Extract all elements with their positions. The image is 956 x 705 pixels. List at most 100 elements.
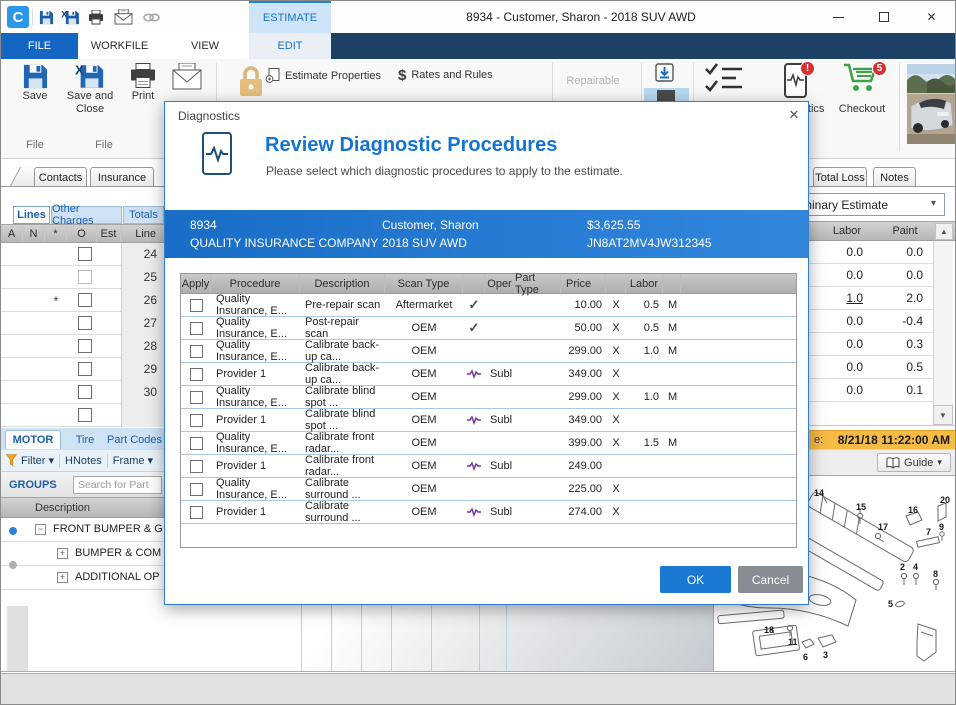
parts-group-row[interactable]: + ADDITIONAL OP (1, 566, 164, 590)
part-type (515, 386, 561, 408)
tab-notes[interactable]: Notes (873, 167, 916, 187)
print-button[interactable]: Print (121, 63, 165, 103)
cancel-button[interactable]: Cancel (738, 566, 803, 593)
subtab-totals[interactable]: Totals (123, 206, 164, 224)
tab-total-loss[interactable]: Total Loss (813, 167, 867, 187)
frame-button[interactable]: Frame ▾ (113, 450, 153, 472)
tree-expander[interactable]: + (57, 548, 68, 559)
line-checkbox[interactable] (78, 362, 92, 376)
maximize-button[interactable] (861, 1, 906, 33)
estimate-properties-button[interactable]: Estimate Properties (265, 68, 381, 83)
menu-file[interactable]: FILE (1, 33, 78, 59)
scroll-up-icon[interactable]: ▲ (935, 223, 953, 240)
app-logo[interactable]: C (7, 6, 29, 28)
subtab-other-charges[interactable]: Other Charges (51, 206, 122, 224)
save-and-close-button[interactable]: X Save and Close (61, 63, 119, 116)
procedure-row[interactable]: Quality Insurance, E... Post-repair scan… (181, 317, 796, 340)
tab-tire[interactable]: Tire (67, 430, 103, 449)
diagram-callout-number: 20 (940, 495, 950, 505)
apply-checkbox[interactable] (190, 414, 203, 427)
close-button[interactable]: ✕ (906, 1, 956, 33)
apply-checkbox[interactable] (190, 391, 203, 404)
estimate-line-row[interactable]: 30 (1, 381, 164, 404)
apply-checkbox[interactable] (190, 437, 203, 450)
estimate-line-row[interactable]: 25 (1, 266, 164, 289)
menu-workfile[interactable]: WORKFILE (78, 33, 161, 59)
apply-checkbox[interactable] (190, 299, 203, 312)
parts-group-row[interactable]: + BUMPER & COM (1, 542, 164, 566)
line-checkbox[interactable] (78, 385, 92, 399)
tree-expander[interactable]: − (35, 524, 46, 535)
apply-checkbox[interactable] (190, 345, 203, 358)
estimate-datetime: 8/21/18 11:22:00 AM (838, 433, 950, 447)
import-button[interactable] (655, 63, 674, 87)
estimate-line-row[interactable] (1, 404, 164, 427)
totals-scrollbar[interactable] (933, 241, 953, 425)
procedure-row[interactable]: Quality Insurance, E... Calibrate surrou… (181, 478, 796, 501)
estimate-line-row[interactable]: 27 (1, 312, 164, 335)
dialog-close-icon[interactable]: ✕ (783, 106, 805, 124)
subtab-lines[interactable]: Lines (13, 206, 50, 224)
estimate-line-row[interactable]: 28 (1, 335, 164, 358)
price: 299.00 (561, 340, 606, 362)
apply-checkbox[interactable] (190, 506, 203, 519)
procedure-row[interactable]: Quality Insurance, E... Calibrate front … (181, 432, 796, 455)
procedure-row[interactable]: Provider 1 Calibrate surround ... OEM ✓ … (181, 501, 796, 524)
repairable-label[interactable]: Repairable (557, 75, 629, 87)
parts-groups-tree: − FRONT BUMPER & G + BUMPER & COM + ADDI… (1, 518, 164, 590)
tab-contacts[interactable]: Contacts (34, 167, 87, 187)
minimize-button[interactable] (816, 1, 861, 33)
filter-label: Filter (21, 455, 45, 467)
description-header: Description (1, 497, 164, 518)
procedure-row[interactable]: Quality Insurance, E... Pre-repair scan … (181, 294, 796, 317)
line-checkbox[interactable] (78, 339, 92, 353)
diagram-callout-number: 2 (900, 562, 905, 572)
link-icon[interactable] (141, 8, 161, 26)
save-icon[interactable] (37, 8, 55, 26)
print-preview-button[interactable] (167, 63, 207, 91)
apply-checkbox[interactable] (190, 460, 203, 473)
tree-expander[interactable]: + (57, 572, 68, 583)
estimate-line-row[interactable]: 24 (1, 243, 164, 266)
estimate-line-row[interactable]: * 26 (1, 289, 164, 312)
scroll-down-icon[interactable]: ▼ (933, 405, 953, 425)
ok-button[interactable]: OK (660, 566, 731, 593)
line-checkbox[interactable] (78, 247, 92, 261)
checklist-button[interactable] (704, 61, 744, 100)
scan-type: Aftermarket (385, 294, 463, 316)
hnotes-button[interactable]: HNotes (65, 450, 102, 472)
apply-checkbox[interactable] (190, 322, 203, 335)
line-checkbox[interactable] (78, 293, 92, 307)
guide-button[interactable]: Guide ▾ (877, 453, 951, 472)
print-preview-icon[interactable] (112, 8, 134, 26)
line-checkbox[interactable] (78, 316, 92, 330)
filter-button[interactable]: Filter ▾ (21, 450, 54, 472)
apply-checkbox[interactable] (190, 483, 203, 496)
save-close-icon: X (75, 63, 105, 90)
part-search-input[interactable] (73, 476, 162, 494)
tab-part-codes[interactable]: Part Codes (105, 430, 164, 449)
tab-estimate[interactable]: ESTIMATE (249, 1, 331, 33)
apply-checkbox[interactable] (190, 368, 203, 381)
svg-text:X: X (61, 10, 68, 20)
procedure-row[interactable]: Quality Insurance, E... Calibrate blind … (181, 386, 796, 409)
line-checkbox[interactable] (78, 270, 92, 284)
procedure-row[interactable]: Provider 1 Calibrate front radar... OEM … (181, 455, 796, 478)
estimate-line-row[interactable]: 29 (1, 358, 164, 381)
print-icon[interactable] (87, 8, 105, 26)
part-type (515, 478, 561, 500)
vehicle-photo[interactable] (907, 64, 955, 149)
tab-edit[interactable]: EDIT (249, 33, 331, 59)
line-checkbox[interactable] (78, 408, 92, 422)
group-label-file-2: File (69, 139, 139, 151)
menu-view[interactable]: VIEW (161, 33, 249, 59)
rates-and-rules-button[interactable]: $ Rates and Rules (398, 66, 493, 84)
procedure-row[interactable]: Quality Insurance, E... Calibrate back-u… (181, 340, 796, 363)
tab-insurance[interactable]: Insurance (90, 167, 154, 187)
procedure-row[interactable]: Provider 1 Calibrate blind spot ... OEM … (181, 409, 796, 432)
save-close-icon[interactable]: X (59, 8, 81, 26)
parts-group-row[interactable]: − FRONT BUMPER & G (1, 518, 164, 542)
tab-motor[interactable]: MOTOR (5, 430, 61, 449)
save-button[interactable]: Save (11, 63, 59, 103)
procedure-row[interactable]: Provider 1 Calibrate back-up ca... OEM ✓… (181, 363, 796, 386)
